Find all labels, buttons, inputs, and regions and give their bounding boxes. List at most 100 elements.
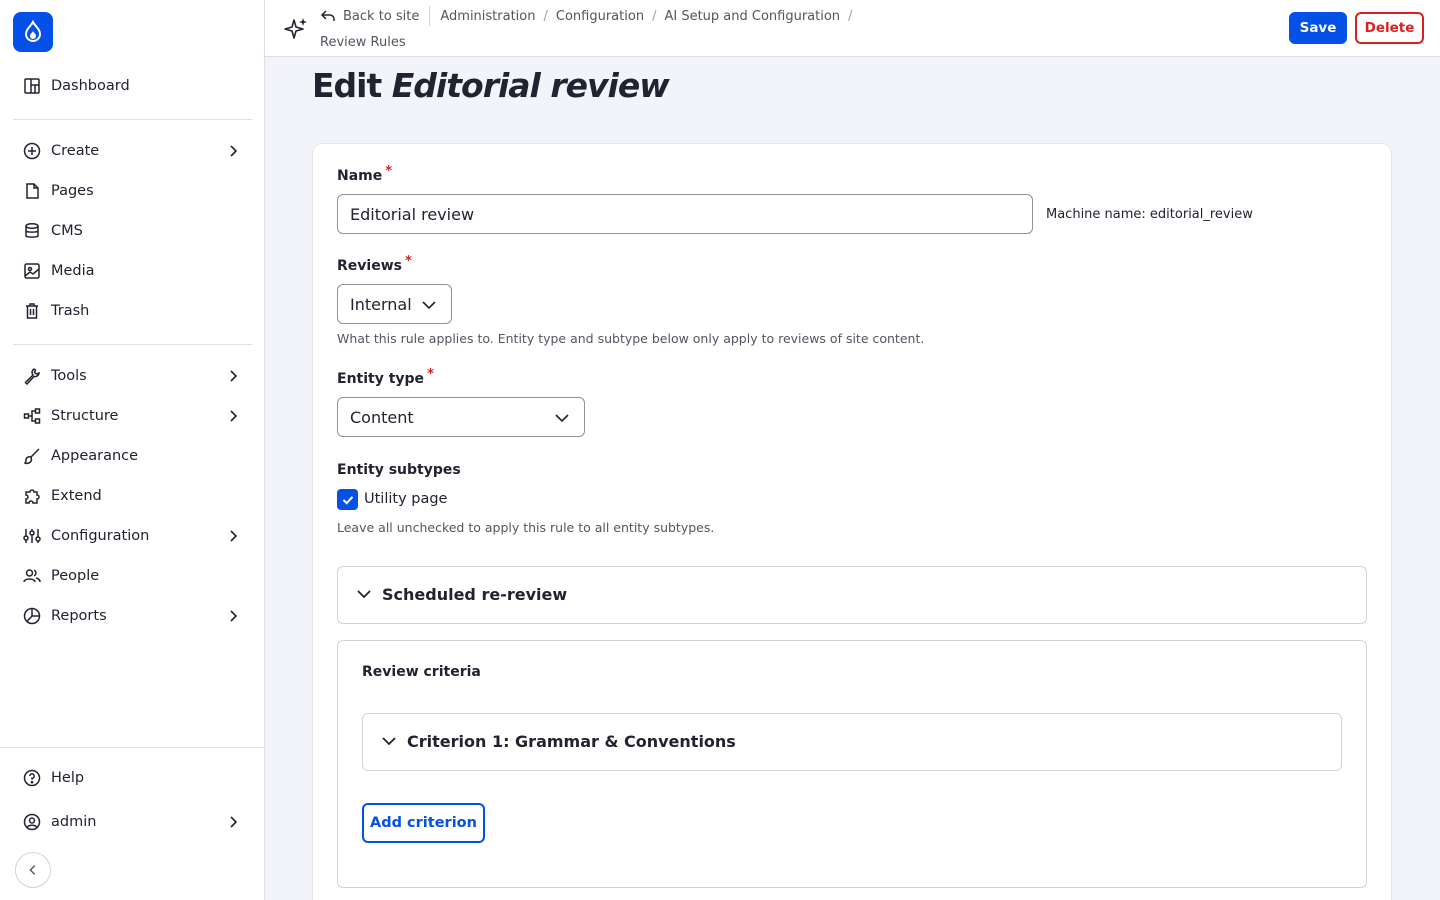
breadcrumb-configuration[interactable]: Configuration [556, 9, 644, 24]
plus-circle-icon [23, 142, 41, 160]
name-label: Name * [337, 164, 392, 184]
sidebar-item-pages[interactable]: Pages [13, 173, 253, 209]
breadcrumb-ai-setup[interactable]: AI Setup and Configuration [664, 9, 840, 24]
chevron-right-icon [230, 410, 238, 422]
sidebar-item-trash[interactable]: Trash [13, 293, 253, 329]
sidebar-item-label: Create [51, 143, 100, 159]
sidebar-item-label: Dashboard [51, 78, 130, 94]
sidebar-item-label: Extend [51, 488, 102, 504]
save-button[interactable]: Save [1289, 12, 1347, 44]
reviews-label: Reviews * [337, 254, 412, 274]
subtypes-description: Leave all unchecked to apply this rule t… [337, 520, 715, 535]
sidebar-item-tools[interactable]: Tools [13, 358, 253, 394]
utility-page-label[interactable]: Utility page [364, 491, 447, 507]
sidebar-item-label: Tools [51, 368, 87, 384]
reviews-label-text: Reviews [337, 258, 402, 274]
page-title: Edit Editorial review [312, 66, 670, 105]
chevron-right-icon [230, 145, 238, 157]
required-mark: * [385, 164, 393, 179]
breadcrumb-separator: / [848, 8, 853, 24]
drupal-logo[interactable] [13, 12, 53, 52]
help-icon [23, 769, 41, 787]
entity-type-label: Entity type * [337, 367, 434, 387]
page-title-prefix: Edit [312, 66, 382, 105]
sidebar-item-label: Pages [51, 183, 94, 199]
sidebar-item-media[interactable]: Media [13, 253, 253, 289]
breadcrumb: Back to site Administration / Configurat… [320, 6, 860, 52]
chevron-right-icon [230, 370, 238, 382]
brush-icon [23, 447, 41, 465]
required-mark: * [404, 254, 412, 269]
topbar: Back to site Administration / Configurat… [265, 0, 1440, 57]
sidebar-item-structure[interactable]: Structure [13, 398, 253, 434]
required-mark: * [427, 367, 434, 382]
sparkle-icon[interactable] [283, 16, 309, 42]
reviews-select[interactable]: Internal [337, 284, 452, 324]
sidebar-item-appearance[interactable]: Appearance [13, 438, 253, 474]
sidebar: Dashboard Create Pages CMS Media Trash T… [0, 0, 265, 900]
sidebar-item-label: Structure [51, 408, 119, 424]
back-to-site-link[interactable]: Back to site [320, 8, 419, 24]
review-criteria-title: Review criteria [362, 664, 481, 680]
sidebar-item-label: Media [51, 263, 95, 279]
back-label: Back to site [343, 8, 420, 24]
criterion-1-title: Criterion 1: Grammar & Conventions [407, 732, 736, 751]
sidebar-item-label: People [51, 568, 100, 584]
help-label: Help [51, 770, 85, 786]
name-label-text: Name [337, 168, 383, 184]
breadcrumb-separator: / [543, 8, 548, 24]
sidebar-item-label: Reports [51, 608, 107, 624]
chevron-right-icon [230, 530, 238, 542]
collapse-sidebar-button[interactable] [15, 852, 51, 888]
divider [13, 344, 252, 345]
utility-page-checkbox[interactable] [337, 489, 358, 510]
criterion-1-summary[interactable]: Criterion 1: Grammar & Conventions [381, 732, 736, 751]
entity-subtypes-label: Entity subtypes [337, 462, 461, 478]
user-label: admin [51, 814, 97, 830]
machine-name: Machine name: editorial_review [1046, 207, 1253, 222]
scheduled-re-review-title: Scheduled re-review [382, 585, 568, 604]
sliders-icon [23, 527, 41, 545]
image-icon [23, 262, 41, 280]
scheduled-re-review-summary[interactable]: Scheduled re-review [356, 585, 567, 604]
sidebar-item-label: Appearance [51, 448, 139, 464]
sidebar-item-help[interactable]: Help [13, 760, 253, 796]
drop-icon [24, 20, 42, 42]
entity-type-select[interactable]: Content [337, 397, 585, 437]
sidebar-item-dashboard[interactable]: Dashboard [13, 68, 253, 104]
chevron-right-icon [230, 610, 238, 622]
people-icon [23, 567, 41, 585]
reviews-description: What this rule applies to. Entity type a… [337, 331, 925, 346]
puzzle-icon [23, 487, 41, 505]
chart-icon [23, 607, 41, 625]
sidebar-item-people[interactable]: People [13, 558, 253, 594]
divider [0, 747, 265, 748]
reviews-select-value: Internal [350, 294, 412, 314]
structure-icon [23, 407, 41, 425]
sidebar-item-create[interactable]: Create [13, 133, 253, 169]
sidebar-item-reports[interactable]: Reports [13, 598, 253, 634]
back-arrow-icon [320, 10, 335, 21]
sidebar-item-extend[interactable]: Extend [13, 478, 253, 514]
sidebar-item-cms[interactable]: CMS [13, 213, 253, 249]
chevron-down-icon [382, 736, 396, 745]
database-icon [23, 222, 41, 240]
divider [429, 6, 431, 26]
file-icon [23, 182, 41, 200]
user-icon [23, 813, 41, 831]
chevron-down-icon [555, 414, 569, 423]
wrench-icon [23, 367, 41, 385]
name-input[interactable] [337, 194, 1033, 234]
trash-icon [23, 302, 41, 320]
chevron-down-icon [357, 589, 371, 598]
entity-type-select-value: Content [350, 407, 414, 427]
sidebar-item-label: Configuration [51, 528, 150, 544]
sidebar-item-configuration[interactable]: Configuration [13, 518, 253, 554]
sidebar-item-user[interactable]: admin [13, 804, 253, 840]
breadcrumb-administration[interactable]: Administration [440, 9, 535, 24]
add-criterion-button[interactable]: Add criterion [362, 803, 485, 843]
chevron-right-icon [230, 816, 238, 828]
dashboard-icon [23, 77, 41, 95]
chevron-left-icon [29, 865, 36, 875]
delete-button[interactable]: Delete [1355, 12, 1424, 44]
